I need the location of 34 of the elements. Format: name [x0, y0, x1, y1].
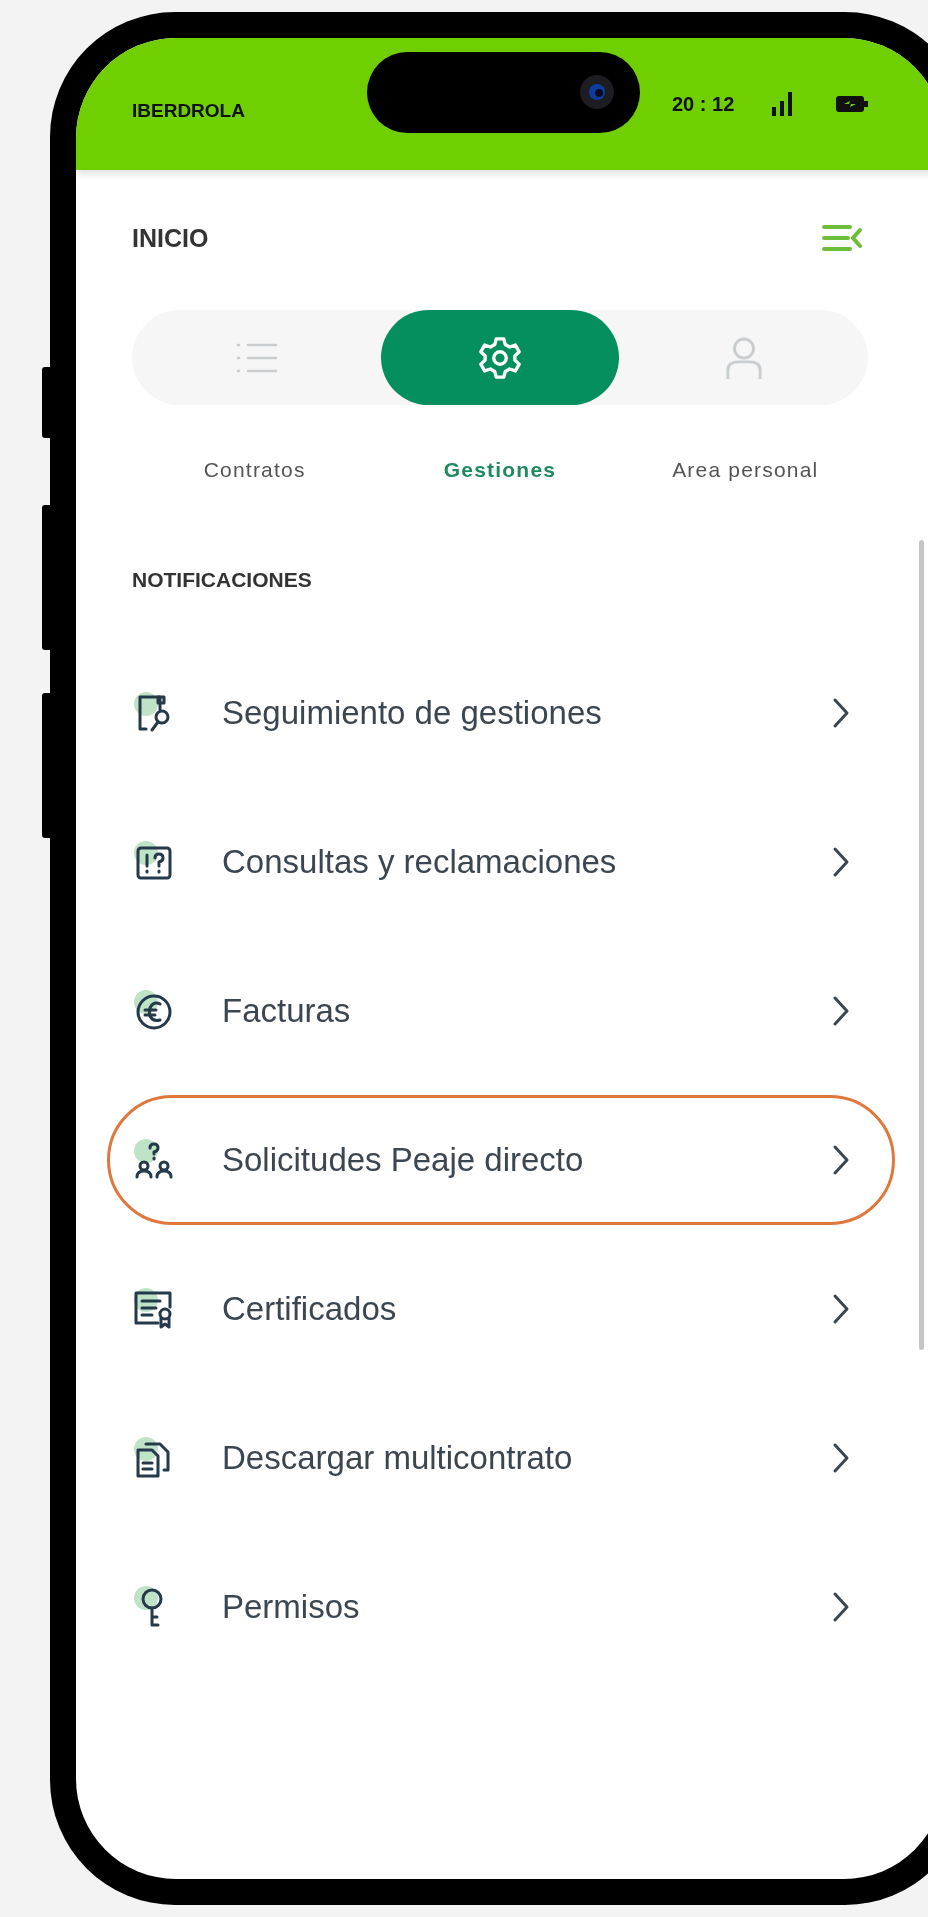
- chevron-right-icon: [832, 846, 850, 878]
- menu-item[interactable]: Descargar multicontrato: [107, 1393, 895, 1523]
- menu-item-label: Consultas y reclamaciones: [222, 843, 618, 881]
- menu-item[interactable]: Seguimiento de gestiones: [107, 648, 895, 778]
- tab-label[interactable]: Gestiones: [377, 455, 623, 485]
- chevron-right-icon: [832, 1442, 850, 1474]
- menu-item-label: Seguimiento de gestiones: [222, 694, 603, 732]
- carrier-name: IBERDROLA: [132, 100, 246, 122]
- menu-item-label: Solicitudes Peaje directo: [222, 1141, 585, 1179]
- tab-label[interactable]: Contratos: [132, 455, 378, 485]
- chevron-right-icon: [832, 1591, 850, 1623]
- battery-charging-icon: [836, 95, 869, 113]
- person-icon: [724, 335, 763, 380]
- tab-label[interactable]: Area personal: [622, 455, 868, 485]
- menu-item[interactable]: Certificados: [107, 1244, 895, 1374]
- chevron-right-icon: [832, 995, 850, 1027]
- chevron-right-icon: [832, 1293, 850, 1325]
- chevron-right-icon: [832, 697, 850, 729]
- menu-item-label: Permisos: [222, 1588, 361, 1626]
- page-title: INICIO: [132, 223, 209, 253]
- menu-collapse-icon[interactable]: [822, 224, 862, 252]
- camera-icon: [580, 75, 614, 109]
- menu-item-label: Descargar multicontrato: [222, 1439, 574, 1477]
- chevron-right-icon: [832, 1144, 850, 1176]
- settings-icon: [477, 334, 523, 381]
- menu-item-label: Facturas: [222, 992, 352, 1030]
- menu-item[interactable]: Solicitudes Peaje directo: [107, 1095, 895, 1225]
- menu-item[interactable]: Facturas: [107, 946, 895, 1076]
- menu-item-label: Certificados: [222, 1290, 398, 1328]
- status-time: 20 : 12: [672, 92, 735, 116]
- section-title: NOTIFICACIONES: [132, 567, 313, 593]
- signal-icon: [772, 92, 795, 116]
- menu-item[interactable]: Permisos: [107, 1542, 895, 1672]
- menu-item[interactable]: Consultas y reclamaciones: [107, 797, 895, 927]
